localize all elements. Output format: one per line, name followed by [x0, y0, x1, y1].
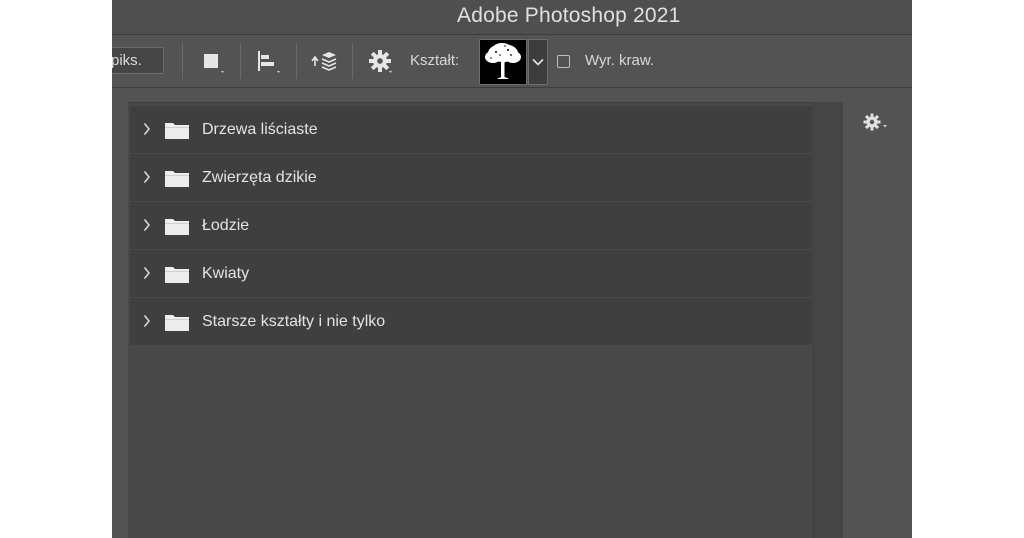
- folder-row[interactable]: Starsze kształty i nie tylko: [130, 298, 812, 346]
- chevron-down-icon: [532, 58, 544, 66]
- shape-dropdown-button[interactable]: [528, 39, 548, 85]
- anti-alias-checkbox[interactable]: [557, 55, 570, 68]
- chevron-right-icon[interactable]: [143, 170, 151, 184]
- fill-square-button[interactable]: [195, 45, 227, 77]
- separator: [352, 43, 353, 79]
- folder-icon: [165, 219, 189, 235]
- align-icon: [258, 51, 280, 73]
- panel-scrollbar[interactable]: [813, 102, 843, 538]
- align-button[interactable]: [252, 45, 284, 77]
- folder-label: Kwiaty: [202, 265, 250, 282]
- shape-label: Kształt:: [410, 52, 460, 69]
- chevron-right-icon[interactable]: [143, 314, 151, 328]
- folder-icon: [165, 171, 189, 187]
- settings-button[interactable]: [364, 45, 396, 77]
- panel-settings-gear-icon[interactable]: [862, 112, 892, 134]
- title-bar: Adobe Photoshop 2021: [112, 0, 912, 35]
- folder-row[interactable]: Zwierzęta dzikie: [130, 154, 812, 202]
- arrange-button[interactable]: [308, 45, 340, 77]
- options-bar: piks. Kształt: Wyr. kraw.: [112, 35, 912, 88]
- chevron-right-icon[interactable]: [143, 218, 151, 232]
- gear-icon: [369, 50, 392, 73]
- folder-label: Łodzie: [202, 217, 250, 234]
- anti-alias-label: Wyr. kraw.: [585, 52, 655, 69]
- feather-field[interactable]: piks.: [112, 47, 164, 74]
- window-title: Adobe Photoshop 2021: [457, 4, 681, 27]
- tree-shape-thumbnail: [485, 43, 521, 79]
- folder-label: Drzewa liściaste: [202, 121, 318, 138]
- folder-row[interactable]: Drzewa liściaste: [130, 106, 812, 154]
- folder-icon: [165, 315, 189, 331]
- arrange-layers-icon: [311, 52, 337, 71]
- folder-icon: [165, 267, 189, 283]
- chevron-right-icon[interactable]: [143, 266, 151, 280]
- fill-square-icon: [204, 54, 224, 73]
- shape-picker[interactable]: [479, 39, 527, 85]
- separator: [296, 43, 297, 79]
- folder-label: Zwierzęta dzikie: [202, 169, 317, 186]
- folder-label: Starsze kształty i nie tylko: [202, 313, 386, 330]
- chevron-right-icon[interactable]: [143, 122, 151, 136]
- separator: [240, 43, 241, 79]
- folder-icon: [165, 123, 189, 139]
- folder-row[interactable]: Łodzie: [130, 202, 812, 250]
- photoshop-window: Adobe Photoshop 2021 piks. Kształt: Wyr.…: [112, 0, 912, 538]
- folder-row[interactable]: Kwiaty: [130, 250, 812, 298]
- shape-folder-list: Drzewa liściaste Zwierzęta dzikie Łodzie…: [130, 106, 812, 346]
- separator: [182, 43, 183, 79]
